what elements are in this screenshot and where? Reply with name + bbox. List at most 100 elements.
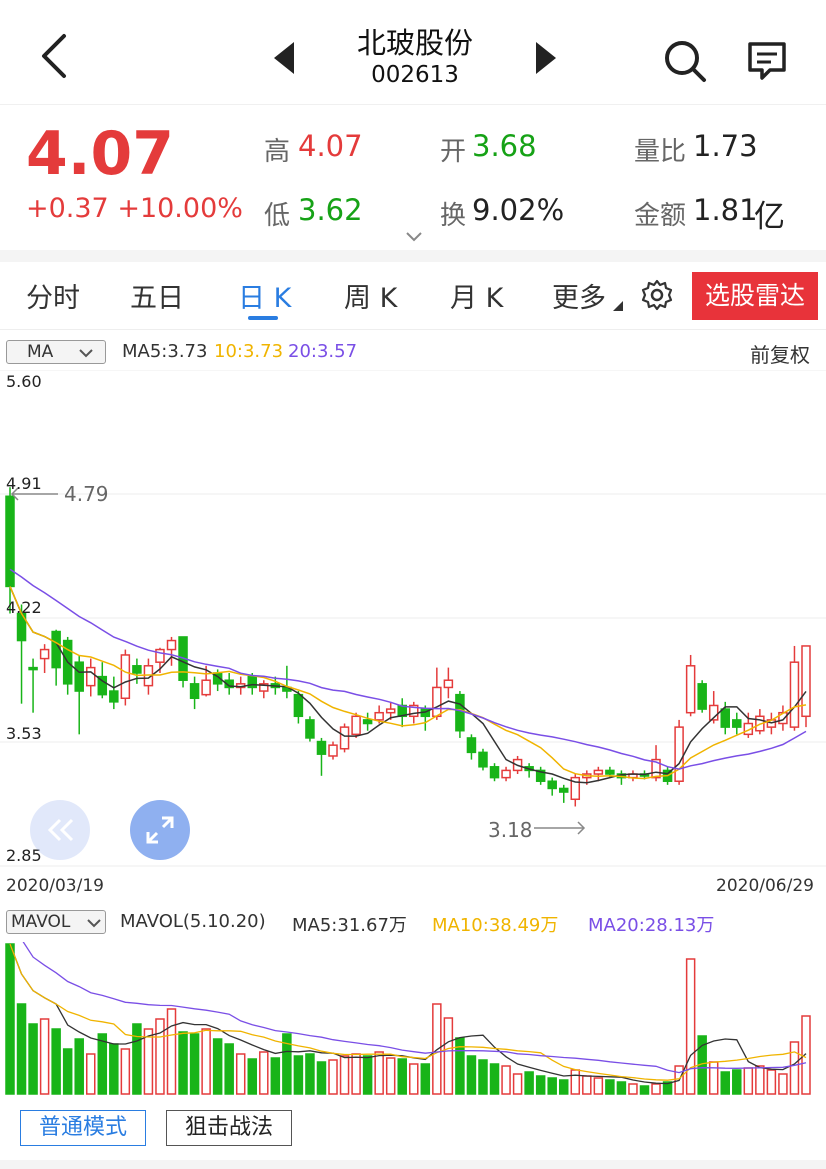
candle-body [120, 654, 131, 700]
stock-radar-button[interactable]: 选股雷达 [692, 272, 818, 320]
volume-chart[interactable] [0, 942, 826, 1100]
search-icon [665, 41, 706, 82]
scroll-left-button[interactable] [30, 800, 90, 860]
candle-body [732, 719, 742, 728]
volume-bar [259, 1051, 269, 1095]
volume-bar [293, 1055, 304, 1095]
fullscreen-button[interactable] [130, 800, 190, 860]
volume-bar [74, 1038, 84, 1095]
adjust-mode[interactable]: 前复权 [750, 339, 810, 368]
kline-chart[interactable] [0, 370, 826, 870]
triangle-right-icon [536, 42, 556, 74]
prev-stock-button[interactable] [270, 40, 300, 76]
high-label: 高 [264, 137, 291, 167]
more-triangle-icon [613, 301, 623, 311]
volume-bar [651, 1083, 661, 1095]
comment-button[interactable] [744, 38, 790, 84]
low-value: 3.62 [298, 193, 363, 227]
volume-bar [201, 1028, 211, 1095]
candle-body [189, 683, 200, 700]
bottom-mode-bar: 普通模式 狙击战法 [0, 1100, 826, 1169]
candle-body [789, 661, 800, 728]
volume-bar [789, 1041, 800, 1095]
settings-button[interactable] [640, 278, 674, 312]
y-label-4: 3.53 [6, 724, 42, 743]
normal-mode-button[interactable]: 普通模式 [20, 1110, 146, 1146]
tab-monthly-k[interactable]: 月 K [450, 276, 503, 315]
next-stock-button[interactable] [530, 40, 560, 76]
volume-bar [478, 1059, 488, 1095]
candle-body [443, 679, 454, 689]
vol-ratio-value: 1.73 [693, 129, 758, 163]
volume-bar [628, 1083, 638, 1095]
candle-body [478, 751, 488, 768]
volume-bar [143, 1028, 154, 1095]
volume-bar [351, 1053, 361, 1095]
candle-body [593, 769, 604, 775]
volume-bar [374, 1051, 384, 1095]
candle-body [501, 769, 511, 779]
expand-button[interactable] [402, 229, 426, 245]
tab-intraday[interactable]: 分时 [26, 276, 80, 315]
volume-bar [708, 1061, 719, 1095]
turnover-label: 换 [440, 201, 467, 231]
candle-body [39, 648, 50, 660]
candle-body [316, 740, 327, 755]
volume-bar [212, 1038, 223, 1095]
candle-body [339, 726, 350, 750]
volume-bar [62, 1048, 73, 1095]
volume-bar [339, 1055, 350, 1095]
volume-bar [178, 1031, 188, 1095]
volume-bar [120, 1048, 131, 1095]
volume-bar [535, 1075, 546, 1095]
tab-five-day[interactable]: 五日 [130, 276, 184, 315]
search-button[interactable] [660, 36, 710, 86]
tab-weekly-k[interactable]: 周 K [344, 276, 397, 315]
candle-body [374, 711, 384, 721]
y-label-3: 4.22 [6, 598, 42, 617]
last-price: 4.07 [26, 119, 175, 189]
volume-bar [224, 1043, 234, 1095]
volume-bar [524, 1071, 534, 1095]
top-nav-bar: 北玻股份 002613 [0, 0, 826, 104]
volume-bar [582, 1075, 592, 1095]
double-chevron-left-icon [47, 818, 74, 842]
candle-body [385, 708, 396, 714]
quote-summary: 4.07 +0.37 +10.00% 高 4.07 低 3.62 开 3.68 … [0, 104, 826, 250]
back-button[interactable] [30, 28, 80, 84]
expand-icon [146, 816, 174, 844]
volume-bar [501, 1065, 511, 1095]
y-label-2: 4.91 [6, 474, 42, 493]
candle-body [351, 715, 361, 736]
volume-bar [570, 1069, 581, 1095]
amount-unit: 亿 [754, 199, 785, 235]
volume-bar [86, 1053, 96, 1095]
volume-bar [593, 1077, 604, 1095]
ma5-legend: MA5:3.73 [122, 341, 208, 362]
volume-bar [166, 1008, 177, 1095]
tab-more[interactable]: 更多 [552, 276, 606, 315]
comment-icon [748, 42, 786, 80]
volume-bar [51, 1028, 61, 1095]
volume-bar [97, 1033, 108, 1095]
y-label-top: 5.60 [6, 372, 42, 391]
stock-code: 002613 [371, 62, 459, 88]
candle-body [697, 683, 707, 710]
volume-bar [778, 1073, 788, 1095]
sniper-mode-button[interactable]: 狙击战法 [166, 1110, 292, 1146]
candle-body [28, 666, 38, 671]
volume-bar [720, 1071, 730, 1095]
volume-bar [616, 1081, 627, 1095]
volume-bar [732, 1069, 742, 1095]
indicator-select[interactable]: MA [6, 340, 106, 364]
high-value: 4.07 [298, 129, 363, 163]
end-date: 2020/06/29 [716, 876, 814, 896]
candle-body [74, 661, 84, 692]
gear-icon [641, 279, 673, 311]
volume-bar [39, 1018, 50, 1095]
candle-body [466, 737, 477, 754]
candle-body [86, 666, 96, 687]
volume-indicator-select[interactable]: MAVOL [6, 910, 106, 934]
tab-daily-k[interactable]: 日 K [238, 276, 291, 315]
volume-bar [397, 1058, 407, 1095]
